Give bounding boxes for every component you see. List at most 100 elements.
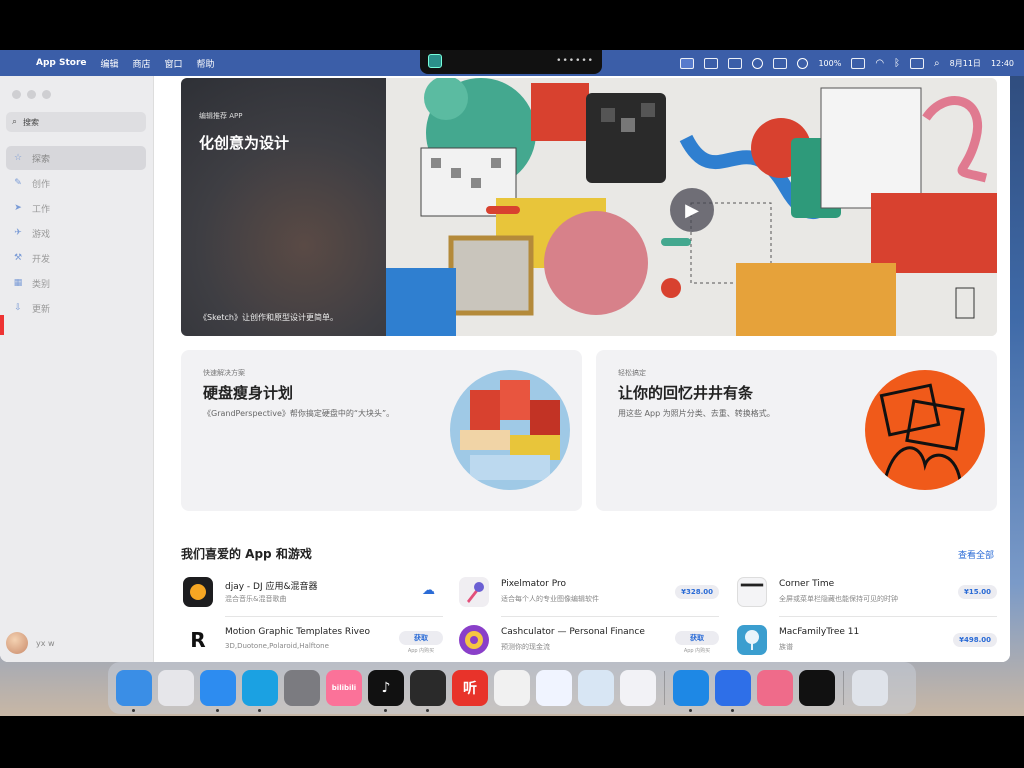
ting-icon[interactable]: 听 bbox=[452, 670, 488, 706]
wifi-icon[interactable]: ◠ bbox=[875, 58, 884, 69]
app-row-pixelmator[interactable]: Pixelmator Pro 适合每个人的专业图像编辑软件 ¥328.00 bbox=[459, 573, 719, 617]
trash-icon[interactable] bbox=[852, 670, 888, 706]
menu-date[interactable]: 8月11日 bbox=[950, 58, 981, 69]
get-button[interactable]: 获取 bbox=[675, 631, 719, 645]
more-dots-icon[interactable]: •••••• bbox=[556, 56, 594, 66]
screen-icon[interactable] bbox=[757, 670, 793, 706]
menu-time[interactable]: 12:40 bbox=[991, 59, 1014, 68]
finder-icon[interactable] bbox=[116, 670, 152, 712]
screen: App Store 编辑 商店 窗口 帮助 •••••• 100% ◠ ᛒ ⌕ … bbox=[0, 0, 1024, 768]
shield-icon[interactable] bbox=[752, 57, 764, 69]
running-indicator bbox=[132, 709, 135, 712]
display-icon[interactable] bbox=[773, 57, 788, 69]
capcut-icon[interactable] bbox=[799, 670, 835, 706]
menu-edit[interactable]: 编辑 bbox=[101, 57, 119, 70]
in-app-purchase-note: App 内购买 bbox=[407, 648, 435, 654]
pixelmator-app-icon bbox=[459, 577, 489, 607]
launchpad-icon[interactable] bbox=[158, 670, 194, 706]
avatar bbox=[6, 632, 28, 654]
play-video-button[interactable]: ▶ bbox=[670, 188, 714, 232]
get-button-group: 获取 App 内购买 bbox=[399, 631, 443, 654]
menu-window[interactable]: 窗口 bbox=[165, 57, 183, 70]
sidebar-item-games[interactable]: ✈ 游戏 bbox=[6, 221, 146, 245]
card-title: 硬盘瘦身计划 bbox=[203, 384, 294, 402]
account-button[interactable]: yx w bbox=[6, 632, 55, 654]
screen-mirror-icon[interactable] bbox=[680, 57, 695, 69]
featured-banner[interactable]: 编辑推荐 APP 化创意为设计 《Sketch》让创作和原型设计更简单。 ▶ bbox=[181, 78, 997, 336]
menu-help[interactable]: 帮助 bbox=[197, 57, 215, 70]
dock-icon-glyph: 听 bbox=[463, 681, 477, 697]
battery-icon[interactable] bbox=[851, 57, 866, 69]
search-input[interactable]: ⌕ 搜索 bbox=[6, 112, 146, 132]
remote-desktop-icon[interactable] bbox=[578, 670, 614, 706]
price-button[interactable]: ¥328.00 bbox=[675, 585, 719, 599]
quark-icon[interactable] bbox=[715, 670, 751, 712]
grid-icon: ▦ bbox=[13, 278, 23, 288]
sidebar-item-label: 开发 bbox=[32, 254, 51, 265]
camera-notch: •••••• bbox=[420, 50, 602, 74]
menu-app-store[interactable]: App Store bbox=[36, 58, 87, 68]
sidebar-item-categories[interactable]: ▦ 类别 bbox=[6, 271, 146, 295]
story-card-disk-cleanup[interactable]: 快速解决方案 硬盘瘦身计划 《GrandPerspective》帮你搞定硬盘中的… bbox=[181, 350, 582, 511]
sidebar-item-discover[interactable]: ☆ 探索 bbox=[6, 146, 146, 170]
window-controls bbox=[12, 90, 51, 99]
control-center-icon[interactable] bbox=[910, 57, 925, 69]
hammer-icon: ⚒ bbox=[13, 253, 23, 263]
price-button[interactable]: ¥498.00 bbox=[953, 633, 997, 647]
running-indicator bbox=[258, 709, 261, 712]
toggle-icon[interactable] bbox=[797, 57, 809, 69]
app-row-macfamilytree[interactable]: MacFamilyTree 11 族谱 ¥498.00 bbox=[737, 621, 997, 662]
close-button[interactable] bbox=[12, 90, 21, 99]
monitor-icon[interactable] bbox=[704, 57, 719, 69]
row-divider bbox=[779, 616, 997, 617]
app-store-icon[interactable] bbox=[200, 670, 236, 712]
story-card-photo-organize[interactable]: 轻松搞定 让你的回忆井井有条 用这些 App 为照片分类、去重、转换格式。 bbox=[596, 350, 997, 511]
windows-icon[interactable] bbox=[673, 670, 709, 712]
featured-eyebrow: 编辑推荐 APP bbox=[199, 112, 243, 120]
search-icon: ⌕ bbox=[12, 117, 18, 127]
screen-edge-indicator bbox=[0, 315, 4, 335]
tiktok-icon[interactable]: ♪ bbox=[368, 670, 404, 712]
app-subtitle: 预测你的现金流 bbox=[501, 643, 550, 651]
cloud-app-icon[interactable] bbox=[620, 670, 656, 706]
price-button[interactable]: ¥15.00 bbox=[957, 585, 997, 599]
sidebar-item-create[interactable]: ✎ 创作 bbox=[6, 171, 146, 195]
notch-app-icon[interactable] bbox=[428, 54, 442, 68]
card-description: 用这些 App 为照片分类、去重、转换格式。 bbox=[618, 409, 775, 418]
menu-store[interactable]: 商店 bbox=[133, 57, 151, 70]
video-player-icon[interactable] bbox=[494, 670, 530, 706]
bluetooth-icon[interactable]: ᛒ bbox=[894, 58, 900, 69]
card-description: 《GrandPerspective》帮你搞定硬盘中的“大块头”。 bbox=[203, 409, 395, 418]
featured-description: 《Sketch》让创作和原型设计更简单。 bbox=[199, 313, 338, 322]
sidebar-item-develop[interactable]: ⚒ 开发 bbox=[6, 246, 146, 270]
app-name: Motion Graphic Templates Riveo bbox=[225, 627, 371, 637]
search-placeholder: 搜索 bbox=[23, 117, 40, 127]
app-row-cashculator[interactable]: Cashculator — Personal Finance 预测你的现金流 获… bbox=[459, 621, 719, 662]
system-settings-icon[interactable] bbox=[284, 670, 320, 706]
featured-text-panel: 编辑推荐 APP 化创意为设计 《Sketch》让创作和原型设计更简单。 bbox=[181, 78, 386, 336]
cloud-download-icon[interactable]: ☁ bbox=[422, 583, 435, 598]
app-name: Cashculator — Personal Finance bbox=[501, 627, 645, 637]
app-subtitle: 适合每个人的专业图像编辑软件 bbox=[501, 595, 599, 603]
sidebar-nav: ☆ 探索 ✎ 创作 ➤ 工作 ✈ 游戏 ⚒ 开发 ▦ 类别 ⇩ 更新 bbox=[6, 146, 146, 321]
get-button[interactable]: 获取 bbox=[399, 631, 443, 645]
feishu-icon[interactable] bbox=[536, 670, 572, 706]
zoom-button[interactable] bbox=[42, 90, 51, 99]
clipboard-icon[interactable] bbox=[728, 57, 743, 69]
spotlight-icon[interactable]: ⌕ bbox=[934, 58, 940, 69]
sidebar-item-updates[interactable]: ⇩ 更新 bbox=[6, 296, 146, 320]
audio-editor-icon[interactable] bbox=[410, 670, 446, 712]
rocket-icon: ✈ bbox=[14, 228, 22, 238]
sidebar-item-work[interactable]: ➤ 工作 bbox=[6, 196, 146, 220]
edge-icon[interactable] bbox=[242, 670, 278, 712]
app-row-corner-time[interactable]: Corner Time 全屏或菜单栏隐藏也能保持可见的时钟 ¥15.00 bbox=[737, 573, 997, 617]
app-row-djay[interactable]: djay - DJ 应用&混音器 混合音乐&混音歌曲 ☁ bbox=[183, 573, 443, 617]
app-name: MacFamilyTree 11 bbox=[779, 627, 860, 637]
card-eyebrow: 快速解决方案 bbox=[203, 369, 245, 377]
bilibili-icon[interactable]: bilibili bbox=[326, 670, 362, 706]
card-title: 让你的回忆井井有条 bbox=[618, 384, 754, 402]
minimize-button[interactable] bbox=[27, 90, 36, 99]
app-row-riveo[interactable]: R Motion Graphic Templates Riveo 3D,Duot… bbox=[183, 621, 443, 662]
sidebar: ⌕ 搜索 ☆ 探索 ✎ 创作 ➤ 工作 ✈ 游戏 ⚒ 开发 ▦ 类别 ⇩ 更新 yx w bbox=[0, 76, 154, 662]
see-all-link[interactable]: 查看全部 bbox=[958, 548, 994, 561]
